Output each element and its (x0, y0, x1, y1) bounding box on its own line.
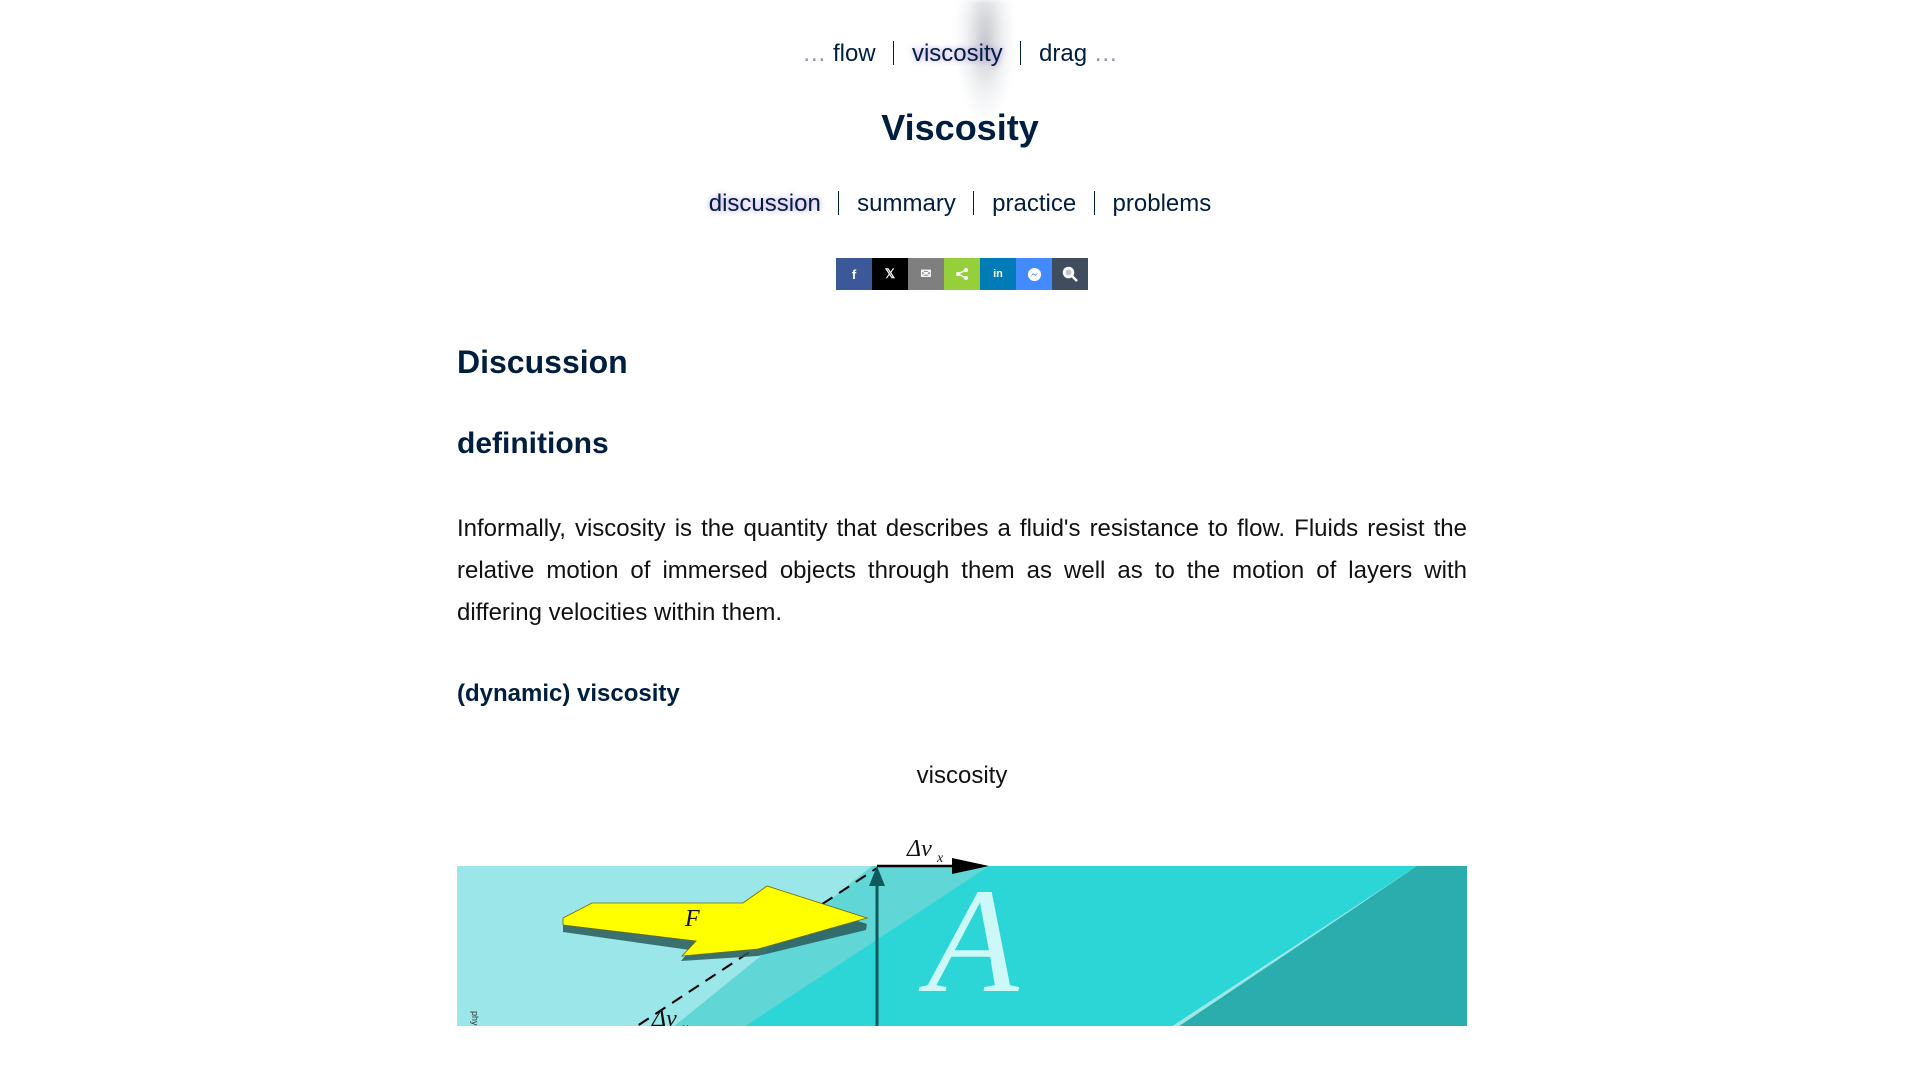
linkedin-share-button[interactable]: in (980, 258, 1016, 290)
share-toolbar: f 𝕏 ✉ in (836, 258, 1088, 290)
definition-paragraph: Informally, viscosity is the quantity th… (457, 515, 1467, 626)
generic-share-button[interactable] (944, 258, 980, 290)
subsubsection-heading: (dynamic) viscosity (457, 680, 680, 707)
breadcrumb-separator (893, 41, 895, 65)
email-icon: ✉ (920, 266, 932, 281)
delta-v-bottom-label: Δv (651, 1006, 677, 1026)
x-icon: 𝕏 (884, 266, 896, 281)
tab-practice[interactable]: practice (992, 190, 1076, 217)
messenger-icon (1027, 267, 1041, 281)
tab-separator (1093, 191, 1095, 215)
delta-v-bottom-subscript: x (681, 1021, 689, 1026)
viscosity-diagram: A Δv x Δv x F physics.info (457, 836, 1467, 1026)
main-content: Discussion definitions Informally, visco… (457, 340, 1467, 1026)
viscosity-figure: A Δv x Δv x F physics.info (457, 806, 1467, 1026)
delta-v-top-label: Δv (906, 836, 932, 862)
page-tabs: discussion summary practice problems (0, 188, 1920, 220)
breadcrumb-prev-link[interactable]: flow (833, 40, 876, 67)
tab-problems[interactable]: problems (1113, 190, 1212, 217)
messenger-share-button[interactable] (1016, 258, 1052, 290)
email-share-button[interactable]: ✉ (908, 258, 944, 290)
search-button[interactable] (1052, 258, 1088, 290)
subsection-heading: definitions (457, 427, 609, 460)
facebook-icon: f (851, 266, 857, 282)
section-heading: Discussion (457, 344, 628, 380)
linkedin-icon: in (993, 268, 1003, 280)
force-label: F (684, 906, 700, 932)
x-share-button[interactable]: 𝕏 (872, 258, 908, 290)
share-icon (956, 268, 968, 280)
area-label: A (918, 858, 1020, 1024)
breadcrumb-next-link[interactable]: drag (1039, 40, 1087, 67)
breadcrumb-current-link[interactable]: viscosity (912, 40, 1003, 67)
tab-separator (973, 191, 975, 215)
figure-caption: viscosity (916, 762, 1008, 789)
breadcrumb-ellipsis-right: … (1093, 40, 1118, 67)
breadcrumb-separator (1020, 41, 1022, 65)
tab-discussion[interactable]: discussion (709, 190, 821, 217)
figure-credit: physics.info (470, 1011, 480, 1026)
breadcrumb-ellipsis-left: … (802, 40, 827, 67)
page-title: Viscosity (881, 107, 1039, 148)
facebook-share-button[interactable]: f (836, 258, 872, 290)
search-icon (1062, 266, 1078, 282)
tab-separator (838, 191, 840, 215)
delta-v-top-subscript: x (936, 851, 944, 866)
breadcrumb: … flow viscosity drag … (0, 38, 1920, 70)
tab-summary[interactable]: summary (857, 190, 956, 217)
